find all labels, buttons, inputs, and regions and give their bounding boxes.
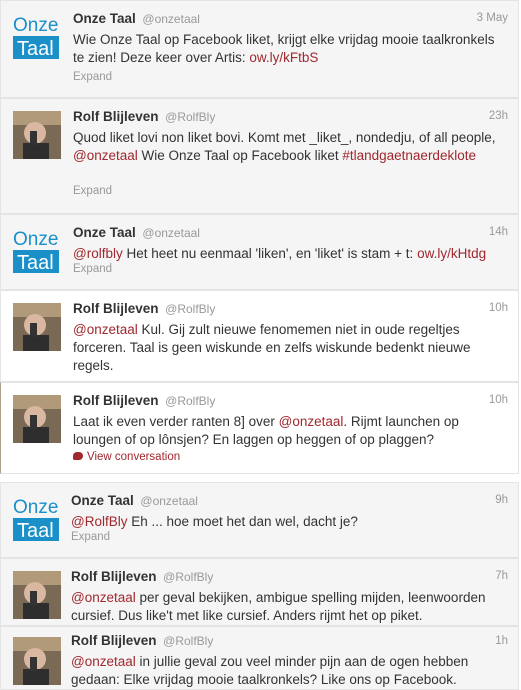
expand-link[interactable]: Expand — [73, 71, 112, 83]
text-segment: Quod liket lovi non liket bovi. Komt met… — [73, 130, 496, 145]
text-segment: Het heet nu eenmaal 'liken', en 'liket' … — [122, 246, 418, 261]
author-name[interactable]: Rolf Blijleven — [73, 393, 159, 408]
tweet-header: Rolf Blijleven @RolfBly — [71, 569, 213, 584]
tweet-text: Quod liket lovi non liket bovi. Komt met… — [73, 129, 506, 165]
tweet-header: Rolf Blijleven @RolfBly — [71, 633, 213, 648]
author-name[interactable]: Rolf Blijleven — [71, 569, 157, 584]
svg-text:Onze: Onze — [13, 497, 58, 518]
view-conversation-link[interactable]: View conversation — [73, 451, 180, 463]
text-segment: Laat ik even verder ranten 8] over — [73, 414, 279, 429]
tweet-text: @RolfBly Eh ... hoe moet het dan wel, da… — [71, 513, 506, 531]
tweet-text: Wie Onze Taal op Facebook liket, krijgt … — [73, 31, 506, 67]
rolf-avatar[interactable] — [13, 637, 61, 685]
svg-text:Onze: Onze — [13, 15, 58, 36]
short-link[interactable]: ow.ly/kHtdg — [417, 246, 486, 261]
timestamp[interactable]: 9h — [495, 494, 508, 506]
author-name[interactable]: Rolf Blijleven — [71, 633, 157, 648]
tweet-text: @onzetaal per geval bekijken, ambigue sp… — [71, 589, 506, 625]
author-handle[interactable]: @RolfBly — [165, 302, 215, 316]
speech-bubble-icon — [73, 451, 83, 460]
timestamp[interactable]: 10h — [489, 394, 508, 406]
svg-text:Onze: Onze — [13, 229, 58, 250]
tweet[interactable]: Onze Taal Onze Taal @onzetaal 9h @RolfBl… — [0, 482, 519, 558]
author-name[interactable]: Rolf Blijleven — [73, 109, 159, 124]
author-handle[interactable]: @RolfBly — [163, 570, 213, 584]
tweet[interactable]: Rolf Blijleven @RolfBly 7h @onzetaal per… — [0, 558, 519, 626]
author-handle[interactable]: @RolfBly — [165, 110, 215, 124]
onze-taal-logo-avatar[interactable]: Onze Taal — [11, 493, 59, 542]
tweet-header: Rolf Blijleven @RolfBly — [73, 109, 215, 124]
svg-text:Taal: Taal — [17, 38, 54, 60]
author-name[interactable]: Onze Taal — [73, 225, 136, 240]
timestamp[interactable]: 10h — [489, 302, 508, 314]
expand-link[interactable]: Expand — [73, 263, 112, 275]
author-handle[interactable]: @onzetaal — [142, 226, 200, 240]
tweet[interactable]: Onze Taal Onze Taal @onzetaal 3 May Wie … — [0, 0, 519, 98]
tweet[interactable]: Onze Taal Onze Taal @onzetaal 14h @rolfb… — [0, 214, 519, 290]
tweet-header: Rolf Blijleven @RolfBly — [73, 393, 215, 408]
tweet-text: Laat ik even verder ranten 8] over @onze… — [73, 413, 506, 449]
rolf-avatar[interactable] — [13, 111, 61, 159]
timestamp[interactable]: 3 May — [477, 12, 508, 24]
timestamp[interactable]: 1h — [495, 635, 508, 647]
text-segment: Wie Onze Taal op Facebook liket — [137, 148, 343, 163]
author-handle[interactable]: @RolfBly — [165, 394, 215, 408]
hashtag-link[interactable]: #tlandgaetnaerdeklote — [342, 148, 476, 163]
author-name[interactable]: Rolf Blijleven — [73, 301, 159, 316]
timestamp[interactable]: 7h — [495, 570, 508, 582]
mention-link[interactable]: @onzetaal — [73, 148, 138, 163]
tweet[interactable]: Rolf Blijleven @RolfBly 23h Quod liket l… — [0, 98, 519, 214]
tweet[interactable]: Rolf Blijleven @RolfBly 10h @onzetaal Ku… — [0, 290, 519, 382]
view-conversation-label: View conversation — [87, 451, 181, 463]
mention-link[interactable]: @onzetaal — [73, 322, 138, 337]
tweet-text: @onzetaal Kul. Gij zult nieuwe fenomemen… — [73, 321, 506, 375]
mention-link[interactable]: @onzetaal — [71, 590, 136, 605]
timestamp[interactable]: 14h — [489, 226, 508, 238]
tweet[interactable]: Rolf Blijleven @RolfBly 1h @onzetaal in … — [0, 626, 519, 690]
svg-text:Taal: Taal — [17, 520, 54, 542]
expand-link[interactable]: Expand — [71, 531, 110, 543]
tweet-header: Onze Taal @onzetaal — [71, 493, 198, 508]
author-name[interactable]: Onze Taal — [73, 11, 136, 26]
mention-link[interactable]: @rolfbly — [73, 246, 123, 261]
tweet-header: Onze Taal @onzetaal — [73, 11, 200, 26]
onze-taal-logo-avatar[interactable]: Onze Taal — [11, 11, 59, 60]
tweet-header: Rolf Blijleven @RolfBly — [73, 301, 215, 316]
tweet-header: Onze Taal @onzetaal — [73, 225, 200, 240]
rolf-avatar[interactable] — [13, 303, 61, 351]
svg-text:Taal: Taal — [17, 252, 54, 274]
short-link[interactable]: ow.ly/kFtbS — [249, 50, 318, 65]
rolf-avatar[interactable] — [13, 571, 61, 619]
author-handle[interactable]: @RolfBly — [163, 634, 213, 648]
tweet-text: @onzetaal in jullie geval zou veel minde… — [71, 653, 506, 689]
mention-link[interactable]: @onzetaal — [279, 414, 344, 429]
onze-taal-logo-avatar[interactable]: Onze Taal — [11, 225, 59, 274]
tweet[interactable]: Rolf Blijleven @RolfBly 10h Laat ik even… — [0, 382, 519, 474]
author-handle[interactable]: @onzetaal — [142, 12, 200, 26]
mention-link[interactable]: @onzetaal — [71, 654, 136, 669]
author-name[interactable]: Onze Taal — [71, 493, 134, 508]
timestamp[interactable]: 23h — [489, 110, 508, 122]
expand-link[interactable]: Expand — [73, 185, 112, 197]
rolf-avatar[interactable] — [13, 395, 61, 443]
mention-link[interactable]: @RolfBly — [71, 514, 127, 529]
tweet-text: @rolfbly Het heet nu eenmaal 'liken', en… — [73, 245, 506, 263]
text-segment: Eh ... hoe moet het dan wel, dacht je? — [127, 514, 358, 529]
author-handle[interactable]: @onzetaal — [140, 494, 198, 508]
